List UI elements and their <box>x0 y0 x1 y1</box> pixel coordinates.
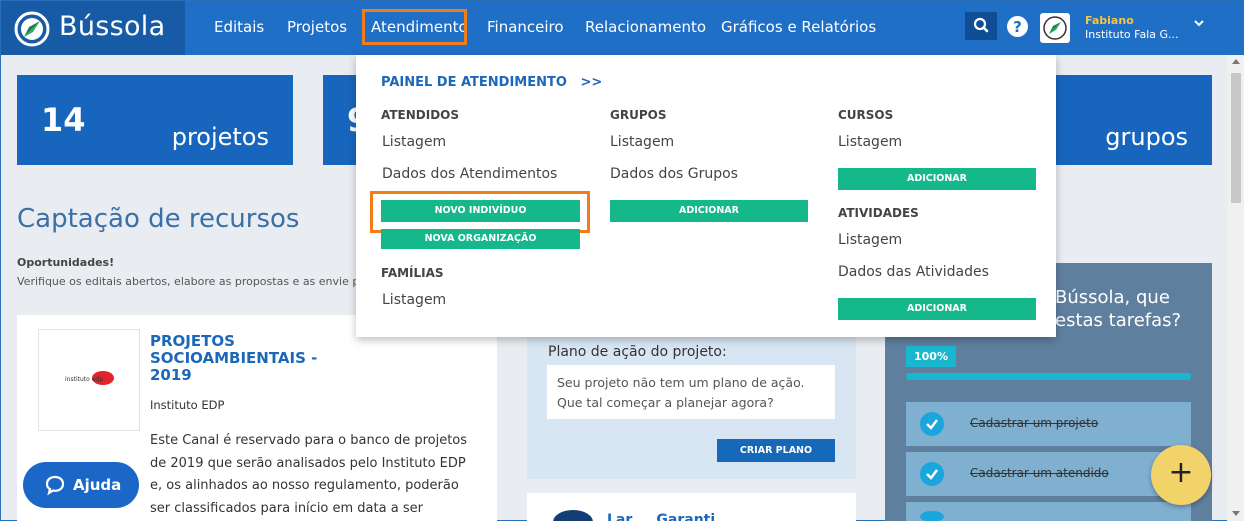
opportunities-description: Verifique os editais abertos, elabore as… <box>17 275 360 288</box>
nav-projetos[interactable]: Projetos <box>287 18 347 36</box>
link-atendidos-listagem[interactable]: Listagem <box>382 134 446 150</box>
app-title: Bússola <box>59 11 166 42</box>
section-cursos: CURSOS <box>838 108 894 122</box>
scroll-down-arrow-icon[interactable] <box>1232 511 1240 516</box>
nav-atendimento-highlight <box>362 9 467 45</box>
search-button[interactable] <box>965 12 997 40</box>
nova-organizacao-button[interactable]: NOVA ORGANIZAÇÃO <box>381 229 580 249</box>
adicionar-atividade-button[interactable]: ADICIONAR <box>838 298 1036 320</box>
link-dados-atividades[interactable]: Dados das Atividades <box>838 264 989 280</box>
task-label: Cadastrar um projeto <box>970 416 1099 430</box>
project-description: Este Canal é reservado para o banco de p… <box>150 433 468 516</box>
link-atividades-listagem[interactable]: Listagem <box>838 232 902 248</box>
edp-logo: instituto edp <box>38 329 140 431</box>
create-plan-button[interactable]: CRIAR PLANO <box>717 439 835 462</box>
app-window: Bússola Editais Projetos Atendimento Fin… <box>0 0 1244 521</box>
edp-logo-text: instituto edp <box>65 376 103 383</box>
progress-percent: 100% <box>906 346 956 367</box>
nav-graficos-relatorios[interactable]: Gráficos e Relatórios <box>721 18 876 36</box>
scrollbar-thumb[interactable] <box>1231 73 1241 203</box>
nav-editais[interactable]: Editais <box>214 18 264 36</box>
user-name[interactable]: Fabiano <box>1085 14 1134 27</box>
task-item[interactable] <box>906 502 1191 521</box>
compass-logo-icon <box>14 11 50 47</box>
plan-label: Plano de ação do projeto: <box>548 344 727 360</box>
section-familias: FAMÍLIAS <box>381 266 444 280</box>
help-chat-button[interactable]: Ajuda <box>23 462 139 508</box>
search-icon <box>973 17 989 33</box>
task-item[interactable]: Cadastrar um projeto <box>906 402 1191 446</box>
plan-message: Seu projeto não tem um plano de ação. Qu… <box>557 375 805 410</box>
help-label: Ajuda <box>73 476 122 494</box>
task-label: Cadastrar um atendido <box>970 466 1109 480</box>
project-org: Instituto EDP <box>150 398 225 412</box>
chevron-down-icon[interactable] <box>1192 16 1206 30</box>
user-org[interactable]: Instituto Fala G... <box>1085 28 1179 41</box>
stat-card-projetos[interactable]: 14 projetos <box>17 75 293 165</box>
section-atendidos: ATENDIDOS <box>381 108 460 122</box>
nav-relacionamento[interactable]: Relacionamento <box>585 18 706 36</box>
novo-individuo-highlight <box>370 191 590 233</box>
double-chevron-icon: >> <box>580 75 603 90</box>
section-grupos: GRUPOS <box>610 108 667 122</box>
check-icon <box>920 412 944 436</box>
svg-text:?: ? <box>1013 18 1022 36</box>
chat-bubble-icon <box>45 475 65 496</box>
nav-financeiro[interactable]: Financeiro <box>487 18 564 36</box>
check-icon <box>920 511 944 521</box>
tasks-title: Bússola, que estas tarefas? <box>1055 287 1182 331</box>
section-atividades: ATIVIDADES <box>838 206 919 220</box>
logo[interactable]: Bússola <box>1 1 185 55</box>
task-item[interactable]: Cadastrar um atendido <box>906 452 1191 496</box>
question-icon: ? <box>1013 18 1022 36</box>
scroll-up-arrow-icon[interactable] <box>1232 59 1240 64</box>
check-icon <box>920 462 944 486</box>
stat-label: grupos <box>1105 123 1188 151</box>
card-2-title[interactable]: Lar.... Garanti.... <box>607 512 736 521</box>
link-dados-grupos[interactable]: Dados dos Grupos <box>610 166 738 182</box>
progress-bar <box>906 373 1191 380</box>
stat-value: 14 <box>41 101 86 139</box>
stat-label: projetos <box>171 123 269 151</box>
project-title[interactable]: PROJETOS SOCIOAMBIENTAIS - 2019 <box>150 333 330 384</box>
adicionar-curso-button[interactable]: ADICIONAR <box>838 168 1036 190</box>
link-dados-atendimentos[interactable]: Dados dos Atendimentos <box>382 166 557 182</box>
opportunities-title: Oportunidades! <box>17 256 115 269</box>
link-cursos-listagem[interactable]: Listagem <box>838 134 902 150</box>
avatar[interactable] <box>1040 13 1070 43</box>
adicionar-grupo-button[interactable]: ADICIONAR <box>610 200 808 222</box>
link-familias-listagem[interactable]: Listagem <box>382 292 446 308</box>
painel-atendimento-link[interactable]: PAINEL DE ATENDIMENTO >> <box>381 75 602 90</box>
section-title: Captação de recursos <box>17 204 300 234</box>
plus-icon: + <box>1168 455 1194 490</box>
link-grupos-listagem[interactable]: Listagem <box>610 134 674 150</box>
compass-avatar-icon <box>1043 16 1067 40</box>
help-button[interactable]: ? <box>1007 16 1028 37</box>
add-fab-button[interactable]: + <box>1151 445 1211 505</box>
